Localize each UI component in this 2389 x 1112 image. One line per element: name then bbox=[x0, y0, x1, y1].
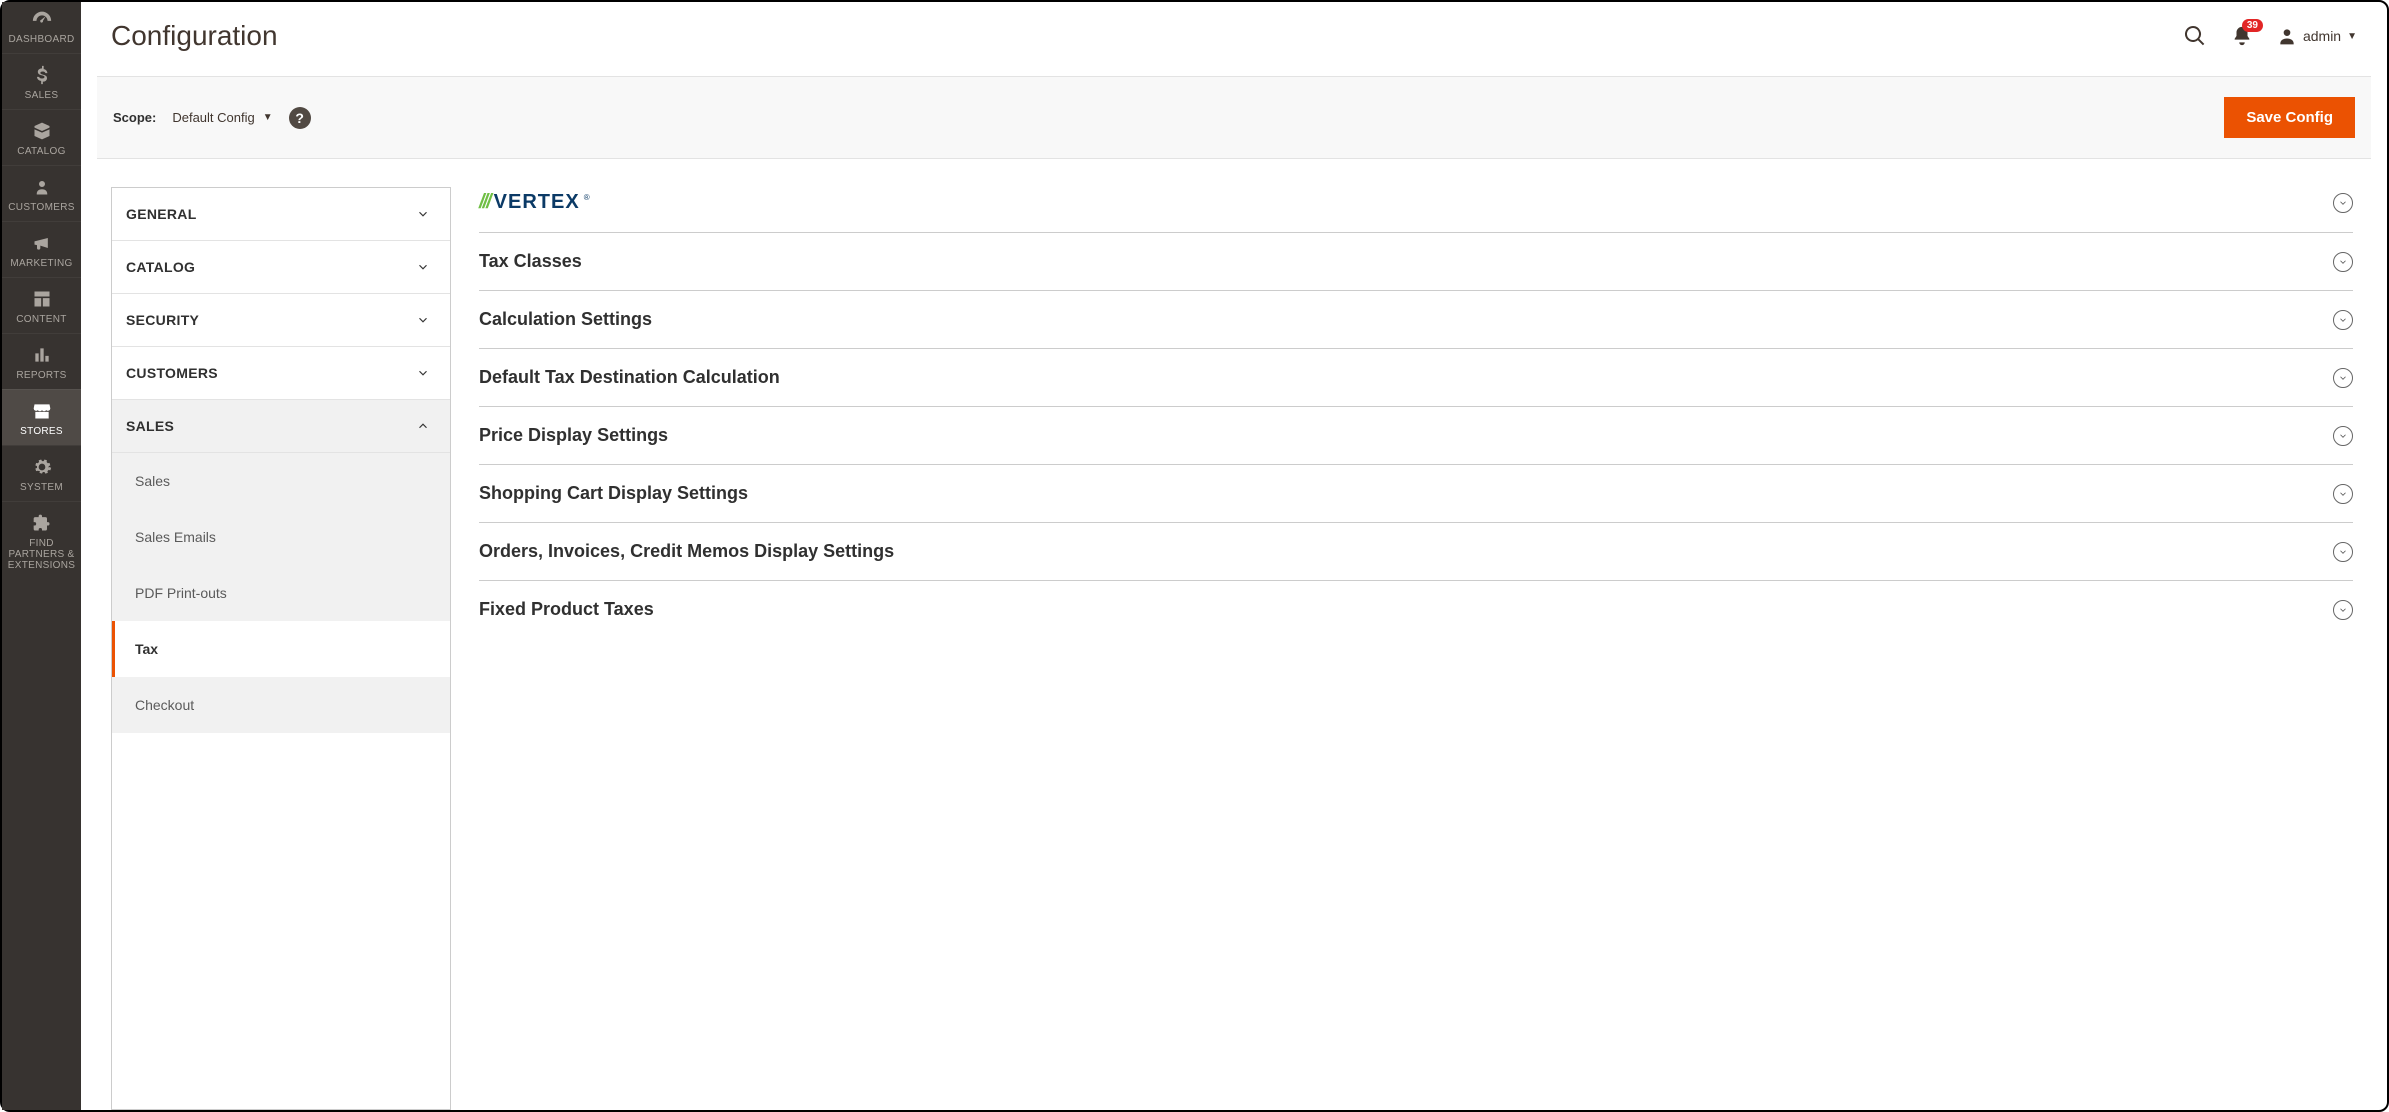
store-icon bbox=[30, 400, 54, 422]
section-title: Fixed Product Taxes bbox=[479, 599, 654, 620]
nav-sales[interactable]: SALES bbox=[2, 53, 81, 109]
section-orders-invoices-display[interactable]: Orders, Invoices, Credit Memos Display S… bbox=[479, 523, 2353, 581]
nav-stores[interactable]: STORES bbox=[2, 389, 81, 445]
config-tabs: GENERAL CATALOG SECURITY CUSTOMERS SALES bbox=[111, 187, 451, 1110]
vertex-mark-icon: /// bbox=[479, 191, 490, 214]
user-menu-button[interactable]: admin ▼ bbox=[2277, 26, 2357, 46]
page-header: Configuration 39 admin ▼ bbox=[81, 2, 2387, 76]
config-subitem-sales-emails[interactable]: Sales Emails bbox=[112, 509, 450, 565]
admin-nav-rail: DASHBOARD SALES CATALOG CUSTOMERS MARKET… bbox=[2, 2, 81, 1110]
chevron-down-icon bbox=[416, 366, 430, 380]
nav-marketing[interactable]: MARKETING bbox=[2, 221, 81, 277]
section-title: Calculation Settings bbox=[479, 309, 652, 330]
notifications-count: 39 bbox=[2242, 19, 2263, 32]
caret-down-icon: ▼ bbox=[263, 112, 273, 123]
nav-customers[interactable]: CUSTOMERS bbox=[2, 165, 81, 221]
config-tab-catalog[interactable]: CATALOG bbox=[112, 241, 450, 294]
section-price-display[interactable]: Price Display Settings bbox=[479, 407, 2353, 465]
nav-label: DASHBOARD bbox=[8, 34, 74, 45]
scope-select[interactable]: Default Config ▼ bbox=[172, 110, 272, 125]
expand-icon bbox=[2333, 600, 2353, 620]
expand-icon bbox=[2333, 252, 2353, 272]
tab-label: CUSTOMERS bbox=[126, 365, 218, 381]
tab-label: GENERAL bbox=[126, 206, 197, 222]
chevron-down-icon bbox=[416, 313, 430, 327]
nav-label: CUSTOMERS bbox=[8, 202, 74, 213]
gear-icon bbox=[30, 456, 54, 478]
section-fixed-product-taxes[interactable]: Fixed Product Taxes bbox=[479, 581, 2353, 638]
config-tab-general[interactable]: GENERAL bbox=[112, 188, 450, 241]
caret-down-icon: ▼ bbox=[2347, 31, 2357, 42]
vertex-tm: ® bbox=[584, 193, 590, 202]
bar-chart-icon bbox=[30, 344, 54, 366]
puzzle-icon bbox=[30, 512, 54, 534]
tab-label: SECURITY bbox=[126, 312, 199, 328]
nav-find-partners[interactable]: FIND PARTNERS & EXTENSIONS bbox=[2, 501, 81, 579]
config-tab-customers[interactable]: CUSTOMERS bbox=[112, 347, 450, 400]
nav-label: FIND PARTNERS & EXTENSIONS bbox=[4, 538, 79, 571]
section-title: Price Display Settings bbox=[479, 425, 668, 446]
scope-value: Default Config bbox=[172, 110, 254, 125]
config-subitem-sales[interactable]: Sales bbox=[112, 453, 450, 509]
nav-label: SALES bbox=[25, 90, 59, 101]
layout-icon bbox=[30, 288, 54, 310]
box-icon bbox=[30, 120, 54, 142]
dollar-icon bbox=[30, 64, 54, 86]
section-title: Shopping Cart Display Settings bbox=[479, 483, 748, 504]
section-title: Tax Classes bbox=[479, 251, 582, 272]
config-subitem-tax[interactable]: Tax bbox=[112, 621, 450, 677]
nav-catalog[interactable]: CATALOG bbox=[2, 109, 81, 165]
search-icon bbox=[2183, 24, 2207, 48]
scope-bar: Scope: Default Config ▼ ? Save Config bbox=[97, 76, 2371, 159]
chevron-up-icon bbox=[416, 419, 430, 433]
section-tax-classes[interactable]: Tax Classes bbox=[479, 233, 2353, 291]
vertex-wordmark: VERTEX bbox=[494, 191, 580, 214]
person-icon bbox=[30, 176, 54, 198]
config-sections: /// VERTEX ® Tax Classes Calculation Set… bbox=[479, 187, 2371, 1110]
nav-label: CONTENT bbox=[16, 314, 66, 325]
search-button[interactable] bbox=[2183, 24, 2207, 48]
scope-label: Scope: bbox=[113, 110, 156, 125]
section-default-tax-destination[interactable]: Default Tax Destination Calculation bbox=[479, 349, 2353, 407]
config-subitem-checkout[interactable]: Checkout bbox=[112, 677, 450, 733]
nav-system[interactable]: SYSTEM bbox=[2, 445, 81, 501]
megaphone-icon bbox=[30, 232, 54, 254]
chevron-down-icon bbox=[416, 207, 430, 221]
section-cart-display[interactable]: Shopping Cart Display Settings bbox=[479, 465, 2353, 523]
config-tab-sales-items: Sales Sales Emails PDF Print-outs Tax Ch… bbox=[112, 453, 450, 733]
expand-icon bbox=[2333, 484, 2353, 504]
nav-label: CATALOG bbox=[17, 146, 65, 157]
expand-icon bbox=[2333, 368, 2353, 388]
save-config-button[interactable]: Save Config bbox=[2224, 97, 2355, 138]
config-tab-sales[interactable]: SALES bbox=[112, 400, 450, 453]
section-title: Orders, Invoices, Credit Memos Display S… bbox=[479, 541, 894, 562]
expand-icon bbox=[2333, 542, 2353, 562]
tab-label: SALES bbox=[126, 418, 174, 434]
gauge-icon bbox=[30, 8, 54, 30]
tab-label: CATALOG bbox=[126, 259, 195, 275]
nav-label: STORES bbox=[20, 426, 63, 437]
vertex-logo: /// VERTEX ® bbox=[479, 191, 590, 214]
nav-label: REPORTS bbox=[16, 370, 66, 381]
section-title: Default Tax Destination Calculation bbox=[479, 367, 780, 388]
notifications-button[interactable]: 39 bbox=[2231, 25, 2253, 47]
nav-content[interactable]: CONTENT bbox=[2, 277, 81, 333]
page-title: Configuration bbox=[111, 20, 278, 52]
nav-dashboard[interactable]: DASHBOARD bbox=[2, 2, 81, 53]
config-tab-security[interactable]: SECURITY bbox=[112, 294, 450, 347]
section-vertex[interactable]: /// VERTEX ® bbox=[479, 187, 2353, 233]
nav-label: SYSTEM bbox=[20, 482, 63, 493]
section-calculation-settings[interactable]: Calculation Settings bbox=[479, 291, 2353, 349]
user-name: admin bbox=[2303, 28, 2341, 44]
chevron-down-icon bbox=[416, 260, 430, 274]
expand-icon bbox=[2333, 426, 2353, 446]
expand-icon bbox=[2333, 310, 2353, 330]
config-subitem-pdf-printouts[interactable]: PDF Print-outs bbox=[112, 565, 450, 621]
user-icon bbox=[2277, 26, 2297, 46]
expand-icon bbox=[2333, 193, 2353, 213]
nav-label: MARKETING bbox=[10, 258, 72, 269]
nav-reports[interactable]: REPORTS bbox=[2, 333, 81, 389]
help-button[interactable]: ? bbox=[289, 107, 311, 129]
